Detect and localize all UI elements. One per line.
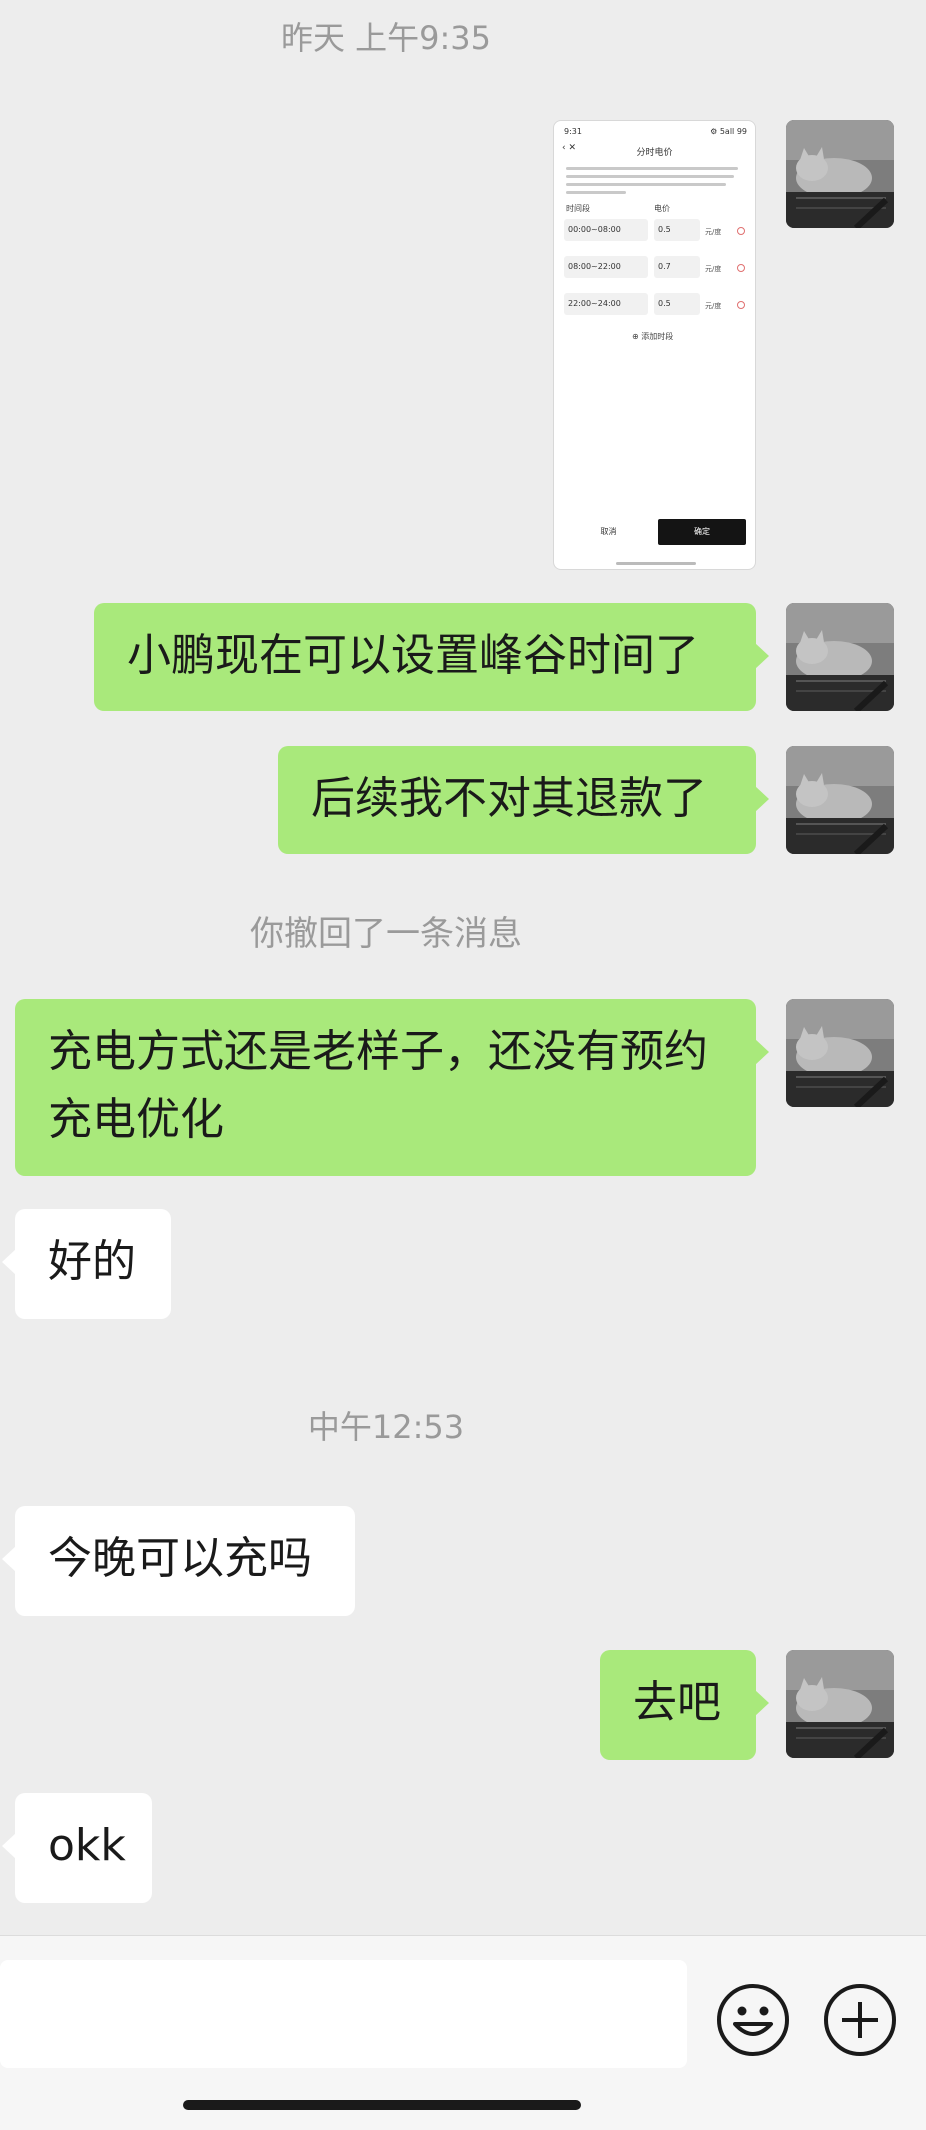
image-row-unit: 元/度 bbox=[705, 265, 722, 273]
avatar[interactable] bbox=[786, 120, 894, 228]
image-text-line bbox=[566, 191, 626, 194]
image-text-line bbox=[566, 167, 738, 170]
image-row-unit: 元/度 bbox=[705, 228, 722, 236]
image-add-slot: ⊕ 添加时段 bbox=[632, 332, 674, 341]
image-status-icons: ⚙ 5all 99 bbox=[710, 127, 747, 136]
image-delete-icon bbox=[737, 264, 745, 272]
timestamp-yesterday: 昨天 上午9:35 bbox=[280, 19, 492, 57]
timestamp-noon: 中午12:53 bbox=[307, 1408, 465, 1446]
image-confirm-button: 确定 bbox=[658, 519, 746, 545]
image-status-bar: 9:31 ⚙ 5all 99 bbox=[564, 127, 747, 139]
emoji-icon[interactable] bbox=[715, 1982, 791, 2058]
home-indicator bbox=[183, 2100, 581, 2110]
image-row-unit: 元/度 bbox=[705, 302, 722, 310]
image-cancel-button: 取消 bbox=[600, 527, 617, 536]
message-input[interactable] bbox=[0, 1960, 687, 2068]
image-status-time: 9:31 bbox=[564, 127, 582, 136]
message-bubble-self[interactable]: 去吧 bbox=[600, 1650, 769, 1760]
image-title: 分时电价 bbox=[636, 148, 673, 158]
message-bubble-self[interactable]: 后续我不对其退款了 bbox=[278, 746, 769, 854]
image-delete-icon bbox=[737, 227, 745, 235]
image-nav: ‹ ✕ 分时电价 bbox=[562, 143, 747, 159]
image-row-price: 0.7 bbox=[654, 256, 700, 278]
recall-notice: 你撤回了一条消息 bbox=[250, 914, 522, 954]
avatar[interactable] bbox=[786, 603, 894, 711]
image-col-price: 电价 bbox=[654, 204, 670, 213]
plus-icon[interactable] bbox=[822, 1982, 898, 2058]
avatar[interactable] bbox=[786, 1650, 894, 1758]
image-delete-icon bbox=[737, 301, 745, 309]
message-bubble-self[interactable]: 充电方式还是老样子，还没有预约充电优化 bbox=[15, 999, 769, 1176]
avatar[interactable] bbox=[786, 999, 894, 1107]
image-row-price: 0.5 bbox=[654, 219, 700, 241]
message-bubble-other[interactable]: okk bbox=[2, 1793, 152, 1903]
image-row-time: 08:00~22:00 bbox=[564, 256, 648, 278]
avatar[interactable] bbox=[786, 746, 894, 854]
message-bubble-other[interactable]: 今晚可以充吗 bbox=[2, 1506, 355, 1616]
message-bubble-other[interactable]: 好的 bbox=[2, 1209, 171, 1319]
image-col-time: 时间段 bbox=[566, 204, 590, 213]
image-home-indicator bbox=[616, 562, 696, 565]
image-row-time: 00:00~08:00 bbox=[564, 219, 648, 241]
image-message[interactable]: 9:31 ⚙ 5all 99 ‹ ✕ 分时电价 时间段 电价 00:00~08:… bbox=[553, 120, 756, 570]
image-row-time: 22:00~24:00 bbox=[564, 293, 648, 315]
image-row-price: 0.5 bbox=[654, 293, 700, 315]
image-text-line bbox=[566, 183, 726, 186]
image-text-line bbox=[566, 175, 734, 178]
message-bubble-self[interactable]: 小鹏现在可以设置峰谷时间了 bbox=[94, 603, 769, 711]
